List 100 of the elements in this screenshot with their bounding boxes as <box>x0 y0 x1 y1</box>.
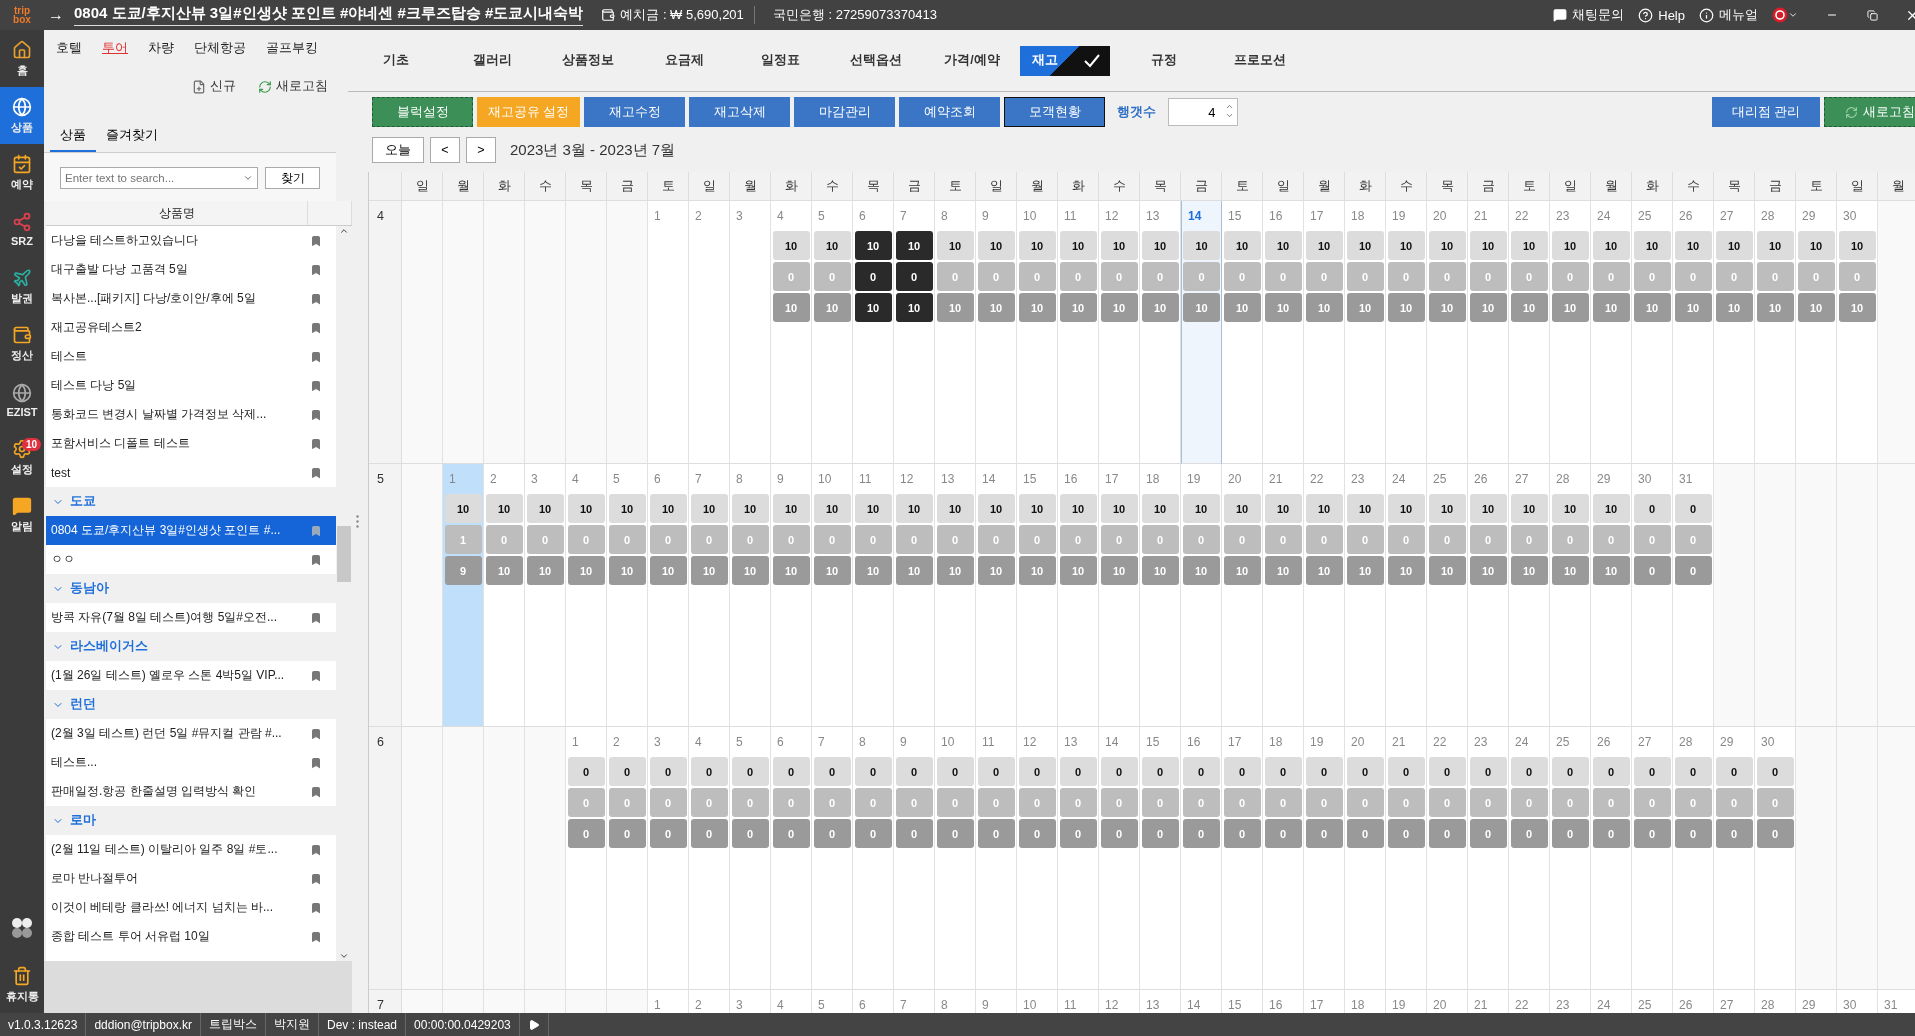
day-cell[interactable]: 13 0 0 0 <box>1058 727 1099 990</box>
stock-count[interactable]: 0 <box>813 757 851 786</box>
bookmark-icon[interactable] <box>310 611 322 624</box>
bookmark-icon[interactable] <box>310 263 322 276</box>
bookmark-icon[interactable] <box>310 930 322 943</box>
stock-count[interactable]: 10 <box>813 494 851 523</box>
day-cell[interactable]: 15 10 0 10 <box>1017 464 1058 727</box>
day-cell[interactable]: 25 10 0 10 <box>1427 464 1468 727</box>
bookmark-icon[interactable] <box>310 350 322 363</box>
help-link[interactable]: Help <box>1638 7 1685 23</box>
day-cell[interactable]: 2 0 0 0 <box>607 727 648 990</box>
stock-count[interactable]: 10 <box>895 293 933 322</box>
day-cell[interactable]: 2 <box>689 201 730 464</box>
bookmark-icon[interactable] <box>310 408 322 421</box>
stock-count[interactable]: 10 <box>1018 231 1056 260</box>
rail-item[interactable]: EZIST <box>0 372 44 429</box>
stock-count[interactable]: 0 <box>772 757 810 786</box>
day-cell[interactable]: 29 10 0 10 <box>1591 464 1632 727</box>
stock-count[interactable]: 0 <box>1305 757 1343 786</box>
stock-count[interactable]: 0 <box>895 262 933 291</box>
day-cell[interactable]: 6 0 0 0 <box>771 727 812 990</box>
stock-count[interactable]: 0 <box>936 757 974 786</box>
day-cell[interactable]: 23 10 0 10 <box>1550 201 1591 464</box>
product-tab[interactable]: 기초 <box>348 45 444 76</box>
day-cell[interactable]: 18 10 0 10 <box>1140 464 1181 727</box>
day-cell[interactable]: 10 10 0 10 <box>1017 201 1058 464</box>
stock-count[interactable]: 0 <box>1428 757 1466 786</box>
day-cell[interactable]: 21 10 0 10 <box>1263 464 1304 727</box>
day-cell[interactable]: 9 10 0 10 <box>976 201 1017 464</box>
stock-count[interactable]: 0 <box>608 757 646 786</box>
stock-count[interactable]: 0 <box>1346 757 1384 786</box>
stock-count[interactable]: 10 <box>813 231 851 260</box>
product-tab[interactable]: 프로모션 <box>1212 45 1308 76</box>
day-cell[interactable]: 23 10 0 10 <box>1345 464 1386 727</box>
day-cell[interactable]: 15 0 0 0 <box>1140 727 1181 990</box>
stock-count[interactable]: 10 <box>1264 231 1302 260</box>
bookmark-icon[interactable] <box>310 785 322 798</box>
stock-count[interactable]: 10 <box>1141 494 1179 523</box>
stock-count[interactable]: 0 <box>1469 757 1507 786</box>
category-tab[interactable]: 단체항공 <box>194 40 246 56</box>
day-cell[interactable]: 4 10 0 10 <box>566 464 607 727</box>
stock-count[interactable]: 10 <box>854 231 892 260</box>
day-cell[interactable]: 31 0 0 0 <box>1673 464 1714 727</box>
rail-item[interactable]: 발권 <box>0 258 44 315</box>
rail-item[interactable]: 알림 <box>0 486 44 543</box>
day-cell[interactable]: 19 10 0 10 <box>1181 464 1222 727</box>
refresh-button[interactable]: 새로고침 <box>1824 97 1915 127</box>
day-cell[interactable]: 16 10 0 10 <box>1058 464 1099 727</box>
stock-count[interactable]: 10 <box>1592 494 1630 523</box>
toolbar-button[interactable]: 재고삭제 <box>689 97 791 127</box>
stock-count[interactable]: 10 <box>977 494 1015 523</box>
play-icon[interactable] <box>527 1018 540 1031</box>
spin-up-icon[interactable] <box>1225 102 1235 111</box>
day-cell[interactable]: 12 10 0 10 <box>1099 201 1140 464</box>
scroll-thumb[interactable] <box>337 526 351 582</box>
stock-count[interactable]: 10 <box>1059 231 1097 260</box>
stock-count[interactable]: 10 <box>1141 231 1179 260</box>
day-cell[interactable]: 24 0 0 0 <box>1509 727 1550 990</box>
product-tab[interactable]: 규정 <box>1116 45 1212 76</box>
stock-count[interactable]: 10 <box>526 494 564 523</box>
toolbar-button[interactable]: 예약조회 <box>899 97 1001 127</box>
bookmark-icon[interactable] <box>310 379 322 392</box>
toolbar-button[interactable]: 대리점 관리 <box>1712 97 1820 127</box>
rail-item[interactable]: 휴지통 <box>0 956 44 1013</box>
stock-count[interactable]: 10 <box>1551 231 1589 260</box>
bookmark-icon[interactable] <box>310 872 322 885</box>
stock-count[interactable]: 0 <box>1674 494 1712 523</box>
stock-count[interactable]: 10 <box>1469 494 1507 523</box>
product-tab[interactable]: 가격/예약 <box>924 45 1020 76</box>
rail-item[interactable]: 설정 10 <box>0 429 44 486</box>
day-cell[interactable]: 5 10 0 10 <box>812 201 853 464</box>
rail-item[interactable]: 상품 <box>0 87 44 144</box>
day-cell[interactable]: 6 10 0 10 <box>648 464 689 727</box>
stock-count[interactable]: 10 <box>690 494 728 523</box>
stock-count[interactable]: 0 <box>731 757 769 786</box>
stock-count[interactable]: 10 <box>485 494 523 523</box>
stock-count[interactable]: 10 <box>1469 231 1507 260</box>
stock-count[interactable]: 0 <box>854 757 892 786</box>
day-cell[interactable]: 3 10 0 10 <box>525 464 566 727</box>
day-cell[interactable]: 22 10 0 10 <box>1304 464 1345 727</box>
stock-count[interactable]: 0 <box>1059 757 1097 786</box>
day-cell[interactable]: 5 10 0 10 <box>607 464 648 727</box>
bookmark-icon[interactable] <box>310 524 322 537</box>
stock-count[interactable]: 0 <box>1182 757 1220 786</box>
stock-count[interactable]: 10 <box>1100 231 1138 260</box>
day-cell[interactable]: 24 10 0 10 <box>1386 464 1427 727</box>
day-cell[interactable]: 14 0 0 0 <box>1099 727 1140 990</box>
rail-item[interactable]: SRZ <box>0 201 44 258</box>
stock-count[interactable]: 10 <box>1346 494 1384 523</box>
day-cell[interactable]: 18 0 0 0 <box>1263 727 1304 990</box>
stock-count[interactable]: 0 <box>1510 757 1548 786</box>
day-cell[interactable]: 29 0 0 0 <box>1714 727 1755 990</box>
day-cell[interactable]: 11 10 0 10 <box>853 464 894 727</box>
day-cell[interactable]: 28 10 0 10 <box>1755 201 1796 464</box>
spin-down-icon[interactable] <box>1225 111 1235 120</box>
day-cell[interactable]: 10 0 0 0 <box>935 727 976 990</box>
find-button[interactable]: 찾기 <box>265 167 320 189</box>
stock-count[interactable]: 0 <box>1633 757 1671 786</box>
day-cell[interactable]: 30 0 0 0 <box>1755 727 1796 990</box>
day-cell[interactable]: 8 0 0 0 <box>853 727 894 990</box>
